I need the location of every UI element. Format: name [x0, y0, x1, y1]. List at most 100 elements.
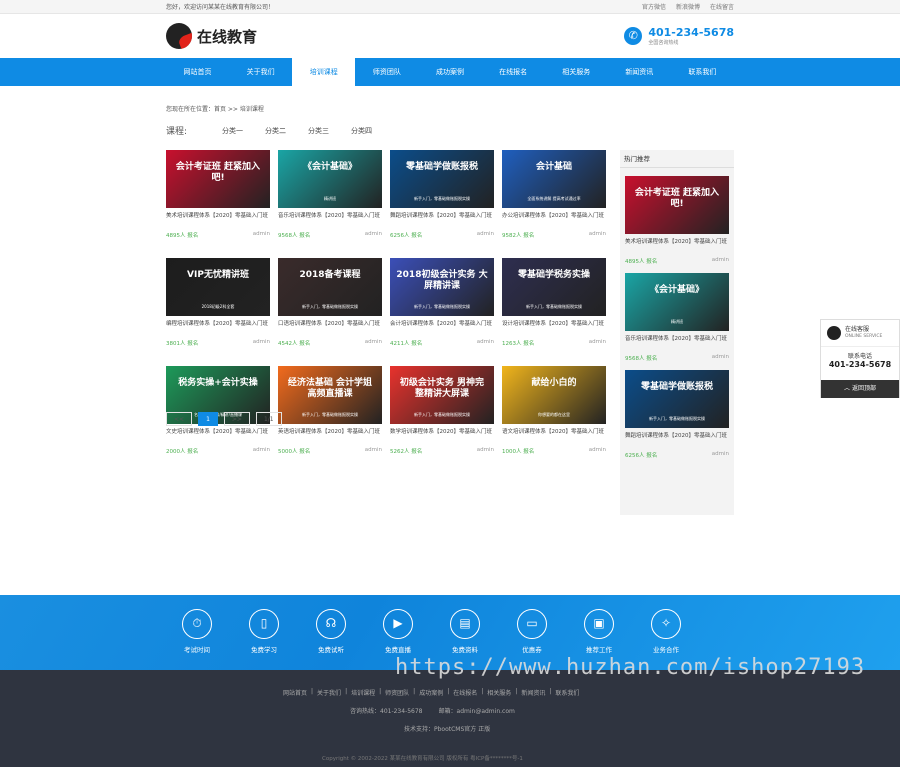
courses-card[interactable]: 经济法基础 会计学姐高频直播课 新手入门，零基础做账报税实操英语培训课程体系【20… — [278, 366, 382, 455]
prev-page-button[interactable]: << — [166, 412, 193, 426]
course-thumbnail[interactable]: 献给小白的 你想要的都在这里 — [502, 366, 606, 424]
online-service[interactable]: 在线客服 ONLINE SERVICE — [821, 320, 899, 347]
top-link-weibo[interactable]: 新浪微博 — [676, 2, 700, 11]
course-banner-text: 初级会计实务 男神完整精讲大屏课 — [399, 378, 485, 399]
course-thumbnail[interactable]: 零基础学做账报税 新手入门，零基础做账报税实操 — [625, 370, 729, 428]
nav-item-courses[interactable]: 培训课程 — [292, 58, 356, 86]
course-enroll-count: 1263人 报名 — [502, 341, 535, 347]
course-author: admin — [711, 354, 729, 360]
course-title[interactable]: 音乐培训课程体系【2020】零基础入门班 — [278, 212, 382, 228]
footer-link[interactable]: 培训课程 — [351, 688, 375, 697]
footer-link[interactable]: 在线报名 — [453, 688, 477, 697]
category-filter: 课程: 分类一 分类二 分类三 分类四 — [166, 124, 734, 138]
service-item[interactable]: ⏱ 考试时间 — [180, 609, 214, 654]
courses-card[interactable]: 税务实操+会计实操 名师授课/高效/精讲/直播课 文史培训课程体系【2020】零基础… — [166, 366, 270, 455]
top-link-message[interactable]: 在线留言 — [710, 2, 734, 11]
page-button-current[interactable]: 1 — [198, 412, 218, 426]
courses-card[interactable]: 会计基础 全面系统讲解 提高考试通过率办公培训课程体系【2020】零基础入门班 95… — [502, 150, 606, 239]
course-title[interactable]: 办公培训课程体系【2020】零基础入门班 — [502, 212, 606, 228]
nav-item-news[interactable]: 新闻资讯 — [608, 58, 671, 86]
course-title[interactable]: 数学培训课程体系【2020】零基础入门班 — [390, 428, 494, 444]
course-title[interactable]: 语文培训课程体系【2020】零基础入门班 — [502, 428, 606, 444]
course-thumbnail[interactable]: 经济法基础 会计学姐高频直播课 新手入门，零基础做账报税实操 — [278, 366, 382, 424]
course-enroll-count: 6256人 报名 — [625, 453, 658, 459]
hot-course-card[interactable]: 会计考证班 赶紧加入吧! 美术培训课程体系【2020】零基础入门班 4895人 报名… — [625, 176, 729, 265]
nav-item-services[interactable]: 相关服务 — [545, 58, 608, 86]
course-title[interactable]: 美术培训课程体系【2020】零基础入门班 — [625, 238, 729, 254]
course-thumbnail[interactable]: 会计考证班 赶紧加入吧! — [625, 176, 729, 234]
course-title[interactable]: 文史培训课程体系【2020】零基础入门班 — [166, 428, 270, 444]
hot-course-card[interactable]: 零基础学做账报税 新手入门，零基础做账报税实操舞蹈培训课程体系【2020】零基础入… — [625, 370, 729, 459]
float-phone-number: 401-234-5678 — [828, 360, 892, 369]
course-thumbnail[interactable]: 初级会计实务 男神完整精讲大屏课 新手入门，零基础做账报税实操 — [390, 366, 494, 424]
courses-card[interactable]: 《会计基础》 精讲班 音乐培训课程体系【2020】零基础入门班 9568人 报名 adm… — [278, 150, 382, 239]
footer-link[interactable]: 网站首页 — [283, 688, 307, 697]
footer-link[interactable]: 新闻资讯 — [521, 688, 545, 697]
service-item[interactable]: ☊ 免费试听 — [314, 609, 348, 654]
course-title[interactable]: 英语培训课程体系【2020】零基础入门班 — [278, 428, 382, 444]
service-item[interactable]: ▶ 免费直播 — [381, 609, 415, 654]
courses-card[interactable]: 献给小白的 你想要的都在这里 语文培训课程体系【2020】零基础入门班 1000人 报… — [502, 366, 606, 455]
service-item[interactable]: ▭ 优惠券 — [515, 609, 549, 654]
course-title[interactable]: 编程培训课程体系【2020】零基础入门班 — [166, 320, 270, 336]
next-page-button[interactable]: >> — [223, 412, 250, 426]
footer-link[interactable]: 师资团队 — [385, 688, 409, 697]
courses-card[interactable]: 2018初级会计实务 大屏精讲课 新手入门，零基础做账报税实操会计培训课程体系【2… — [390, 258, 494, 347]
footer-separator: | — [447, 688, 450, 695]
courses-card[interactable]: 零基础学做账报税 新手入门，零基础做账报税实操舞蹈培训课程体系【2020】零基础入… — [390, 150, 494, 239]
course-meta: 9582人 报名 admin — [502, 231, 606, 239]
course-thumbnail[interactable]: 零基础学税务实操 新手入门，零基础做账报税实操 — [502, 258, 606, 316]
back-to-top-button[interactable]: ︿ 返回顶部 — [821, 380, 899, 398]
course-title[interactable]: 美术培训课程体系【2020】零基础入门班 — [166, 212, 270, 228]
course-title[interactable]: 设计培训课程体系【2020】零基础入门班 — [502, 320, 606, 336]
service-item[interactable]: ▤ 免费资料 — [448, 609, 482, 654]
service-item[interactable]: ▯ 免费学习 — [247, 609, 281, 654]
nav-item-about[interactable]: 关于我们 — [229, 58, 292, 86]
footer-link[interactable]: 相关服务 — [487, 688, 511, 697]
top-link-wechat[interactable]: 官方微信 — [642, 2, 666, 11]
courses-card[interactable]: 初级会计实务 男神完整精讲大屏课 新手入门，零基础做账报税实操数学培训课程体系【2… — [390, 366, 494, 455]
qq-icon — [827, 326, 841, 340]
courses-card[interactable]: VIP无忧精讲班 2018初级2科全套 编程培训课程体系【2020】零基础入门班 38… — [166, 258, 270, 347]
site-logo[interactable]: 在线教育 — [166, 23, 257, 49]
service-item[interactable]: ▣ 推荐工作 — [582, 609, 616, 654]
top-bar: 您好，欢迎访问某某在线教育有限公司！ 官方微信 新浪微博 在线留言 — [0, 0, 900, 14]
footer-link[interactable]: 成功案例 — [419, 688, 443, 697]
chevron-up-icon: ︿ — [844, 385, 852, 392]
course-title[interactable]: 会计培训课程体系【2020】零基础入门班 — [390, 320, 494, 336]
float-contact-widget: 在线客服 ONLINE SERVICE 联系电话 401-234-5678 ︿ … — [820, 319, 900, 398]
course-thumbnail[interactable]: 2018备考课程 新手入门，零基础做账报税实操 — [278, 258, 382, 316]
course-thumbnail[interactable]: 会计考证班 赶紧加入吧! — [166, 150, 270, 208]
courses-card[interactable]: 会计考证班 赶紧加入吧! 美术培训课程体系【2020】零基础入门班 4895人 报名… — [166, 150, 270, 239]
course-banner-text: 经济法基础 会计学姐高频直播课 — [287, 378, 373, 399]
nav-item-cases[interactable]: 成功案例 — [418, 58, 481, 86]
course-thumbnail[interactable]: 《会计基础》 精讲班 — [625, 273, 729, 331]
courses-card[interactable]: 2018备考课程 新手入门，零基础做账报税实操口语培训课程体系【2020】零基础入… — [278, 258, 382, 347]
footer-link[interactable]: 联系我们 — [555, 688, 579, 697]
course-thumbnail[interactable]: 零基础学做账报税 新手入门，零基础做账报税实操 — [390, 150, 494, 208]
course-thumbnail[interactable]: 2018初级会计实务 大屏精讲课 新手入门，零基础做账报税实操 — [390, 258, 494, 316]
filter-option[interactable]: 分类一 — [222, 126, 243, 136]
course-title[interactable]: 口语培训课程体系【2020】零基础入门班 — [278, 320, 382, 336]
nav-item-teachers[interactable]: 师资团队 — [355, 58, 418, 86]
filter-option[interactable]: 分类四 — [351, 126, 372, 136]
footer-link[interactable]: 关于我们 — [317, 688, 341, 697]
float-phone-label: 联系电话 — [847, 353, 872, 360]
course-thumbnail[interactable]: VIP无忧精讲班 2018初级2科全套 — [166, 258, 270, 316]
course-title[interactable]: 舞蹈培训课程体系【2020】零基础入门班 — [625, 432, 729, 448]
filter-option[interactable]: 分类二 — [265, 126, 286, 136]
nav-item-contact[interactable]: 联系我们 — [671, 58, 734, 86]
course-title[interactable]: 舞蹈培训课程体系【2020】零基础入门班 — [390, 212, 494, 228]
service-item[interactable]: ✧ 业务合作 — [649, 609, 683, 654]
course-title[interactable]: 音乐培训课程体系【2020】零基础入门班 — [625, 335, 729, 351]
nav-item-signup[interactable]: 在线报名 — [482, 58, 545, 86]
hot-course-card[interactable]: 《会计基础》 精讲班 音乐培训课程体系【2020】零基础入门班 9568人 报名 adm… — [625, 273, 729, 362]
course-banner-text: 2018初级会计实务 大屏精讲课 — [396, 270, 488, 291]
courses-card[interactable]: 零基础学税务实操 新手入门，零基础做账报税实操设计培训课程体系【2020】零基础入… — [502, 258, 606, 347]
course-thumbnail[interactable]: 会计基础 全面系统讲解 提高考试通过率 — [502, 150, 606, 208]
nav-item-home[interactable]: 网站首页 — [166, 58, 229, 86]
course-banner-subtext: 全面系统讲解 提高考试通过率 — [527, 196, 581, 201]
filter-option[interactable]: 分类三 — [308, 126, 329, 136]
coupon-icon: ▭ — [517, 609, 547, 639]
course-thumbnail[interactable]: 《会计基础》 精讲班 — [278, 150, 382, 208]
